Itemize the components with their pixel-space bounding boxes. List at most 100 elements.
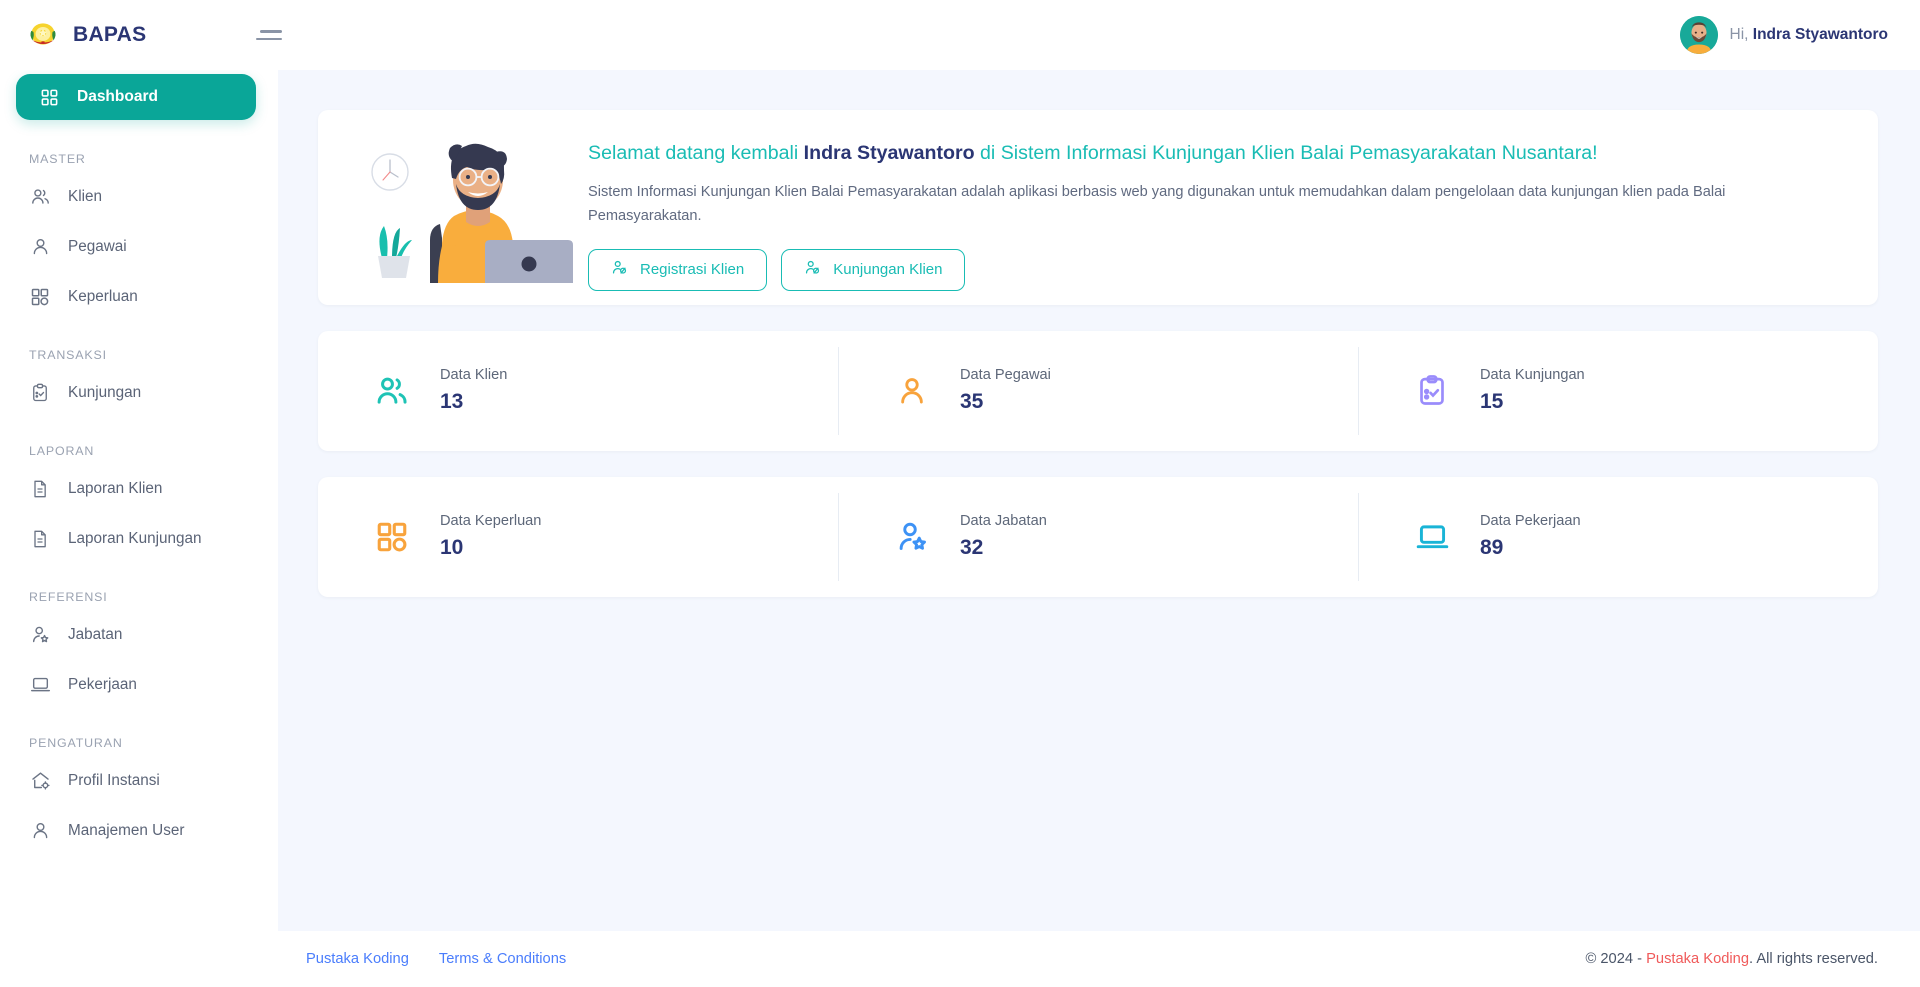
garuda-emblem-icon bbox=[26, 18, 60, 52]
user-add-icon bbox=[611, 259, 628, 280]
laptop-icon bbox=[29, 674, 51, 696]
grid-dashboard-icon bbox=[38, 86, 60, 108]
user-star-icon bbox=[890, 515, 934, 559]
sidebar-item-manajemen-user[interactable]: Manajemen User bbox=[0, 810, 278, 851]
sidebar-section-transaksi: TRANSAKSI bbox=[0, 326, 278, 372]
grid-icon bbox=[29, 286, 51, 308]
hamburger-icon[interactable] bbox=[256, 22, 282, 48]
content-inner: Selamat datang kembali Indra Styawantoro… bbox=[318, 110, 1878, 597]
sidebar-section-master: MASTER bbox=[0, 130, 278, 176]
copyright-brand: Pustaka Koding bbox=[1646, 951, 1749, 967]
welcome-title-lead: Selamat datang kembali bbox=[588, 142, 804, 164]
greeting-prefix: Hi, bbox=[1730, 26, 1753, 43]
stat-label: Data Pegawai bbox=[960, 367, 1051, 383]
registrasi-klien-button[interactable]: Registrasi Klien bbox=[588, 249, 767, 291]
welcome-text: Selamat datang kembali Indra Styawantoro… bbox=[570, 124, 1848, 291]
stat-label: Data Jabatan bbox=[960, 513, 1047, 529]
sidebar-item-keperluan[interactable]: Keperluan bbox=[0, 276, 278, 317]
sidebar-item-jabatan[interactable]: Jabatan bbox=[0, 614, 278, 655]
app-root: BAPAS Hi, Indra Styawantoro bbox=[0, 0, 1920, 987]
grid-icon bbox=[370, 515, 414, 559]
stat-label: Data Keperluan bbox=[440, 513, 541, 529]
stat-card-data-kunjungan[interactable]: Data Kunjungan 15 bbox=[1358, 331, 1878, 451]
welcome-title-user: Indra Styawantoro bbox=[804, 142, 975, 164]
user-name: Indra Styawantoro bbox=[1753, 26, 1888, 43]
footer-link-terms[interactable]: Terms & Conditions bbox=[439, 951, 566, 967]
document-icon bbox=[29, 478, 51, 500]
stat-value: 15 bbox=[1480, 390, 1585, 414]
copyright-suffix: . All rights reserved. bbox=[1749, 951, 1878, 967]
sidebar-item-klien[interactable]: Klien bbox=[0, 176, 278, 217]
avatar bbox=[1680, 16, 1718, 54]
body-wrapper: Dashboard MASTER Klien bbox=[0, 70, 1920, 931]
footer-links: Pustaka Koding Terms & Conditions bbox=[306, 951, 566, 967]
sidebar-section-laporan: LAPORAN bbox=[0, 422, 278, 468]
sidebar-item-dashboard[interactable]: Dashboard bbox=[16, 74, 256, 120]
topbar: BAPAS Hi, Indra Styawantoro bbox=[0, 0, 1920, 70]
stat-text: Data Keperluan 10 bbox=[440, 513, 541, 560]
stat-card-data-keperluan[interactable]: Data Keperluan 10 bbox=[318, 477, 838, 597]
user-add-icon bbox=[804, 259, 821, 280]
stat-card-data-pegawai[interactable]: Data Pegawai 35 bbox=[838, 331, 1358, 451]
stat-value: 35 bbox=[960, 390, 1051, 414]
stat-text: Data Klien 13 bbox=[440, 367, 507, 414]
sidebar-item-label: Klien bbox=[68, 188, 102, 206]
button-label: Kunjungan Klien bbox=[833, 261, 942, 278]
sidebar-section-referensi: REFERENSI bbox=[0, 568, 278, 614]
button-label: Registrasi Klien bbox=[640, 261, 744, 278]
clipboard-check-icon bbox=[1410, 369, 1454, 413]
stat-label: Data Pekerjaan bbox=[1480, 513, 1581, 529]
stat-card-data-jabatan[interactable]: Data Jabatan 32 bbox=[838, 477, 1358, 597]
stat-label: Data Klien bbox=[440, 367, 507, 383]
stat-value: 13 bbox=[440, 390, 507, 414]
welcome-title-mid: di Sistem Informasi Kunjungan Klien Bala… bbox=[975, 142, 1598, 164]
man-at-laptop-illustration bbox=[340, 124, 570, 291]
stat-card-data-klien[interactable]: Data Klien 13 bbox=[318, 331, 838, 451]
sidebar-item-laporan-klien[interactable]: Laporan Klien bbox=[0, 468, 278, 509]
footer-copyright: © 2024 - Pustaka Koding. All rights rese… bbox=[1585, 951, 1878, 967]
sidebar-item-label: Kunjungan bbox=[68, 384, 141, 402]
clipboard-check-icon bbox=[29, 382, 51, 404]
sidebar-item-profil-instansi[interactable]: Profil Instansi bbox=[0, 760, 278, 801]
document-icon bbox=[29, 528, 51, 550]
user-menu[interactable]: Hi, Indra Styawantoro bbox=[1680, 16, 1896, 54]
sidebar-item-pegawai[interactable]: Pegawai bbox=[0, 226, 278, 267]
sidebar-item-kunjungan[interactable]: Kunjungan bbox=[0, 372, 278, 413]
welcome-card: Selamat datang kembali Indra Styawantoro… bbox=[318, 110, 1878, 305]
stat-value: 89 bbox=[1480, 536, 1581, 560]
stats-row-2: Data Keperluan 10 Data Jabatan bbox=[318, 477, 1878, 597]
stat-text: Data Pekerjaan 89 bbox=[1480, 513, 1581, 560]
footer-link-pustaka-koding[interactable]: Pustaka Koding bbox=[306, 951, 409, 967]
home-gear-icon bbox=[29, 770, 51, 792]
welcome-description: Sistem Informasi Kunjungan Klien Balai P… bbox=[588, 181, 1788, 228]
user-icon bbox=[890, 369, 934, 413]
stat-text: Data Kunjungan 15 bbox=[1480, 367, 1585, 414]
footer: Pustaka Koding Terms & Conditions © 2024… bbox=[0, 931, 1920, 987]
welcome-title: Selamat datang kembali Indra Styawantoro… bbox=[588, 141, 1848, 166]
sidebar-item-label: Jabatan bbox=[68, 626, 122, 644]
stat-text: Data Jabatan 32 bbox=[960, 513, 1047, 560]
stat-value: 32 bbox=[960, 536, 1047, 560]
sidebar-item-label: Manajemen User bbox=[68, 822, 184, 840]
main-content: Selamat datang kembali Indra Styawantoro… bbox=[278, 70, 1920, 931]
sidebar-item-label: Laporan Klien bbox=[68, 480, 162, 498]
greeting-text: Hi, Indra Styawantoro bbox=[1730, 26, 1888, 44]
sidebar-item-label: Laporan Kunjungan bbox=[68, 530, 202, 548]
sidebar-item-label: Keperluan bbox=[68, 288, 138, 306]
welcome-button-row: Registrasi Klien Kunjungan Klien bbox=[588, 249, 1848, 291]
user-icon bbox=[29, 236, 51, 258]
users-icon bbox=[29, 186, 51, 208]
user-star-icon bbox=[29, 624, 51, 646]
sidebar-item-pekerjaan[interactable]: Pekerjaan bbox=[0, 664, 278, 705]
sidebar-item-laporan-kunjungan[interactable]: Laporan Kunjungan bbox=[0, 518, 278, 559]
sidebar-item-label: Dashboard bbox=[77, 88, 158, 106]
sidebar-item-label: Pekerjaan bbox=[68, 676, 137, 694]
copyright-prefix: © 2024 - bbox=[1585, 951, 1646, 967]
sidebar-item-label: Pegawai bbox=[68, 238, 127, 256]
brand-name: BAPAS bbox=[73, 23, 146, 47]
stat-text: Data Pegawai 35 bbox=[960, 367, 1051, 414]
stat-value: 10 bbox=[440, 536, 541, 560]
kunjungan-klien-button[interactable]: Kunjungan Klien bbox=[781, 249, 965, 291]
brand[interactable]: BAPAS bbox=[26, 18, 242, 52]
stat-card-data-pekerjaan[interactable]: Data Pekerjaan 89 bbox=[1358, 477, 1878, 597]
